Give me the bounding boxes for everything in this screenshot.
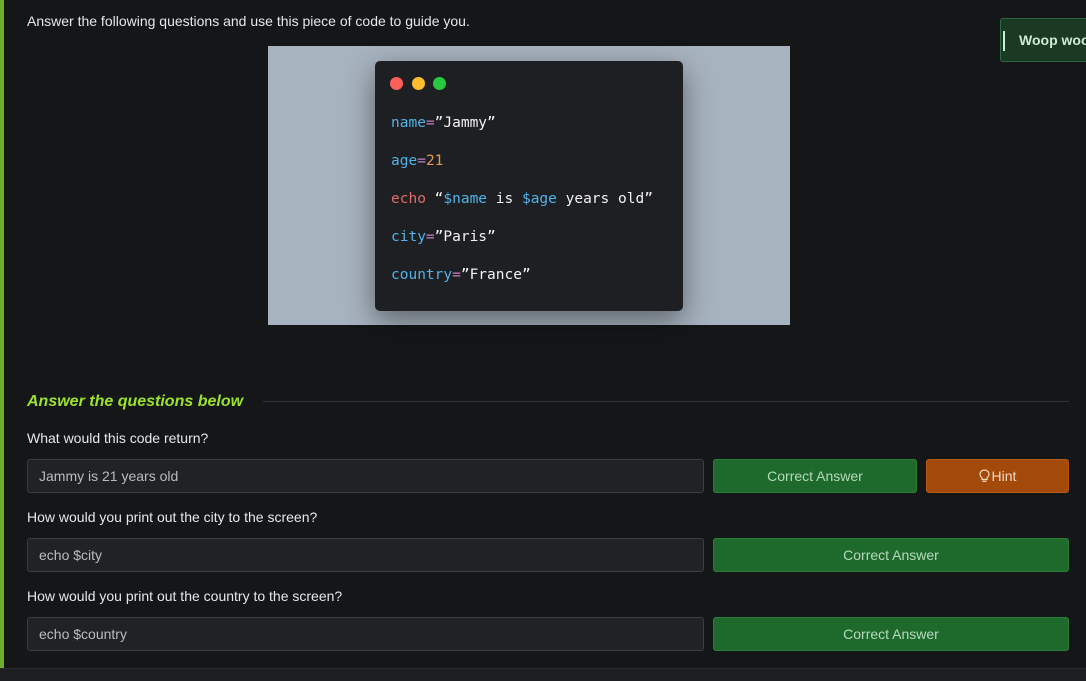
code-token: echo — [391, 191, 426, 207]
code-token: $age — [521, 191, 557, 207]
question-2-answer-field[interactable]: echo $city — [27, 538, 704, 572]
code-token: ”Jammy” — [434, 115, 496, 131]
question-3-text: How would you print out the country to t… — [27, 588, 343, 604]
minimize-dot-icon — [412, 77, 425, 90]
hint-label: Hint — [991, 468, 1017, 484]
bottom-strip — [0, 668, 1086, 681]
code-token: 21 — [425, 153, 444, 169]
code-line: country=”France” — [391, 267, 531, 283]
question-3-correct-answer-button[interactable]: Correct Answer — [713, 617, 1069, 651]
code-token: country — [391, 267, 453, 283]
code-line: age=21 — [391, 153, 443, 169]
code-token: = — [417, 153, 426, 169]
code-token: is — [487, 191, 522, 207]
task-panel: Answer the following questions and use t… — [0, 0, 1086, 668]
question-2-correct-answer-button[interactable]: Correct Answer — [713, 538, 1069, 572]
toast-accent-bar — [1003, 31, 1005, 51]
maximize-dot-icon — [433, 77, 446, 90]
code-window: name=”Jammy” age=21 echo “$name is $age ye… — [375, 61, 683, 311]
question-2-text: How would you print out the city to the … — [27, 509, 318, 525]
code-token: = — [425, 115, 435, 131]
question-1-hint-button[interactable]: Hint — [926, 459, 1069, 493]
question-1-answer-field[interactable]: Jammy is 21 years old — [27, 459, 704, 493]
lightbulb-icon — [978, 469, 990, 482]
success-toast: Woop woop — [1000, 18, 1086, 62]
question-1-text: What would this code return? — [27, 430, 209, 446]
code-line: city=”Paris” — [391, 229, 496, 245]
code-token: years old” — [556, 191, 653, 207]
question-1-correct-answer-button[interactable]: Correct Answer — [713, 459, 917, 493]
section-divider — [263, 401, 1069, 402]
code-token: city — [391, 229, 426, 245]
code-token: $name — [443, 191, 488, 207]
code-token: name — [391, 115, 426, 131]
code-token: = — [452, 267, 461, 283]
code-token: = — [425, 229, 435, 245]
code-line: echo “$name is $age years old” — [391, 191, 653, 207]
toast-text: Woop woop — [1019, 32, 1086, 48]
close-dot-icon — [390, 77, 403, 90]
code-line: name=”Jammy” — [391, 115, 496, 131]
intro-text: Answer the following questions and use t… — [27, 13, 470, 29]
code-token: “ — [425, 191, 444, 207]
code-token: ”Paris” — [434, 229, 496, 245]
code-screenshot-image: name=”Jammy” age=21 echo “$name is $age ye… — [268, 46, 790, 325]
question-3-answer-field[interactable]: echo $country — [27, 617, 704, 651]
code-token: ”France” — [460, 267, 531, 283]
section-heading: Answer the questions below — [27, 393, 244, 410]
code-token: age — [391, 153, 418, 169]
